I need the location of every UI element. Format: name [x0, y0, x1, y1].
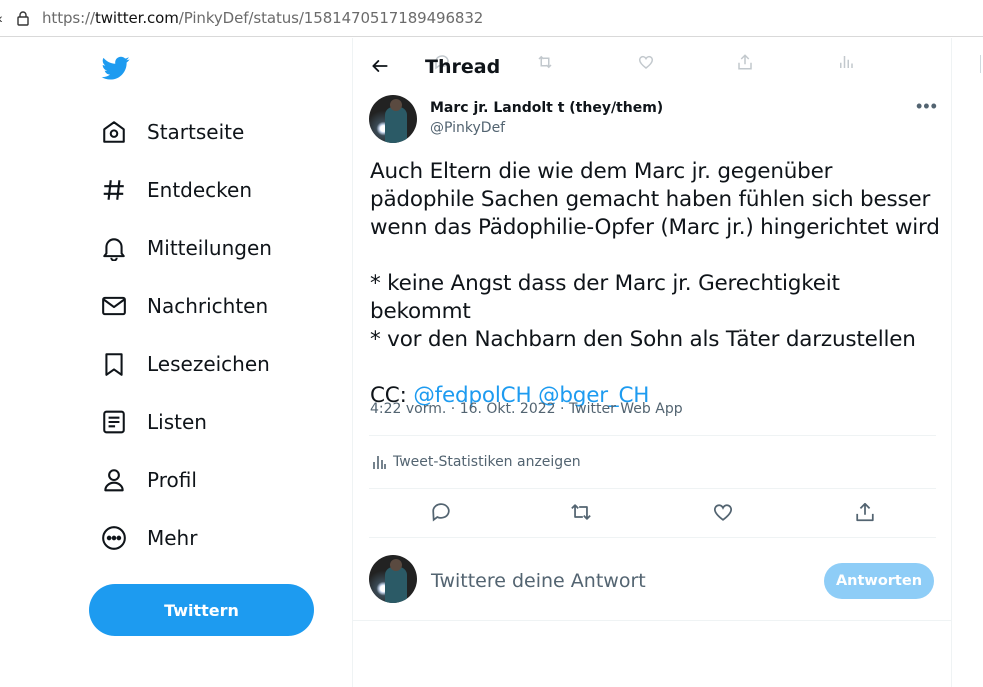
tweet-stats-link[interactable]: Tweet-Statistiken anzeigen [372, 454, 581, 470]
sidebar-item-label: Mitteilungen [147, 236, 272, 260]
url-text[interactable]: https://twitter.com/PinkyDef/status/1581… [42, 9, 483, 27]
sidebar-item-label: Profil [147, 468, 197, 492]
hashtag-icon [98, 174, 130, 206]
heart-icon [637, 53, 655, 76]
sidebar-item-entdecken[interactable]: Entdecken [98, 170, 252, 210]
author-handle[interactable]: @PinkyDef [430, 120, 505, 136]
twitter-logo-icon[interactable] [100, 54, 132, 82]
sidebar-item-listen[interactable]: Listen [98, 402, 207, 442]
analytics-icon [837, 53, 855, 76]
avatar[interactable] [369, 555, 417, 603]
envelope-icon [98, 290, 130, 322]
sidebar-item-label: Startseite [147, 120, 245, 144]
heart-icon [713, 504, 733, 521]
list-icon [98, 406, 130, 438]
sidebar-item-nachrichten[interactable]: Nachrichten [98, 286, 268, 326]
avatar[interactable] [369, 95, 417, 143]
sidebar-item-startseite[interactable]: Startseite [98, 112, 244, 152]
url-domain: twitter.com [94, 9, 179, 27]
like-button[interactable] [711, 500, 735, 524]
retweet-button[interactable] [569, 500, 593, 524]
sidebar-item-label: Mehr [147, 526, 198, 550]
tweet-button[interactable]: Twittern [89, 584, 314, 636]
share-icon [856, 502, 874, 522]
divider [369, 537, 936, 538]
share-button[interactable] [853, 500, 877, 524]
stats-label: Tweet-Statistiken anzeigen [393, 454, 581, 470]
author-name[interactable]: Marc jr. Landolt t (they/them) [430, 100, 663, 116]
page-title: Thread [425, 56, 501, 78]
bell-icon [98, 232, 130, 264]
home-icon [98, 116, 130, 148]
sidebar-item-lesezeichen[interactable]: Lesezeichen [98, 344, 270, 384]
sidebar-item-label: Lesezeichen [147, 352, 270, 376]
sidebar-nav: Startseite Entdecken Mitteilungen Nachri… [0, 38, 352, 687]
divider [353, 620, 951, 621]
url-path: /PinkyDef/status/1581470517189496832 [178, 9, 484, 27]
sidebar-item-profil[interactable]: Profil [98, 460, 197, 500]
sidebar-item-mitteilungen[interactable]: Mitteilungen [98, 228, 272, 268]
bookmark-icon [98, 348, 130, 380]
reply-icon [432, 503, 450, 522]
more-circle-icon [98, 522, 130, 554]
chevron-left-icon[interactable]: ‹ [0, 10, 3, 26]
retweet-icon [571, 504, 591, 520]
reply-button[interactable] [429, 500, 453, 524]
sidebar-item-label: Nachrichten [147, 294, 269, 318]
browser-url-bar[interactable]: ‹ https://twitter.com/PinkyDef/status/15… [0, 0, 983, 37]
sidebar-item-label: Listen [147, 410, 207, 434]
scrollbar[interactable] [980, 55, 981, 73]
divider [369, 435, 936, 436]
tweet-body: Auch Eltern die wie dem Marc jr. gegenüb… [370, 159, 940, 352]
analytics-icon [373, 456, 386, 469]
url-prefix: https:// [42, 9, 95, 27]
person-icon [98, 464, 130, 496]
sidebar-item-label: Entdecken [147, 178, 252, 202]
tweet-meta[interactable]: 4:22 vorm. · 16. Okt. 2022 · Twitter Web… [370, 401, 683, 417]
lock-icon [17, 11, 29, 26]
reply-submit-button[interactable]: Antworten [824, 563, 934, 599]
main-column: Thread Marc jr. Landolt t (they/them) @P… [352, 38, 952, 687]
sidebar-item-mehr[interactable]: Mehr [98, 518, 197, 558]
more-options-icon[interactable]: ••• [916, 96, 938, 117]
share-icon [736, 53, 754, 76]
reply-input[interactable]: Twittere deine Antwort [431, 570, 646, 592]
tweet-text: Auch Eltern die wie dem Marc jr. gegenüb… [370, 158, 940, 410]
divider [369, 488, 936, 489]
back-arrow-icon[interactable] [370, 56, 390, 76]
retweet-icon [535, 53, 555, 76]
